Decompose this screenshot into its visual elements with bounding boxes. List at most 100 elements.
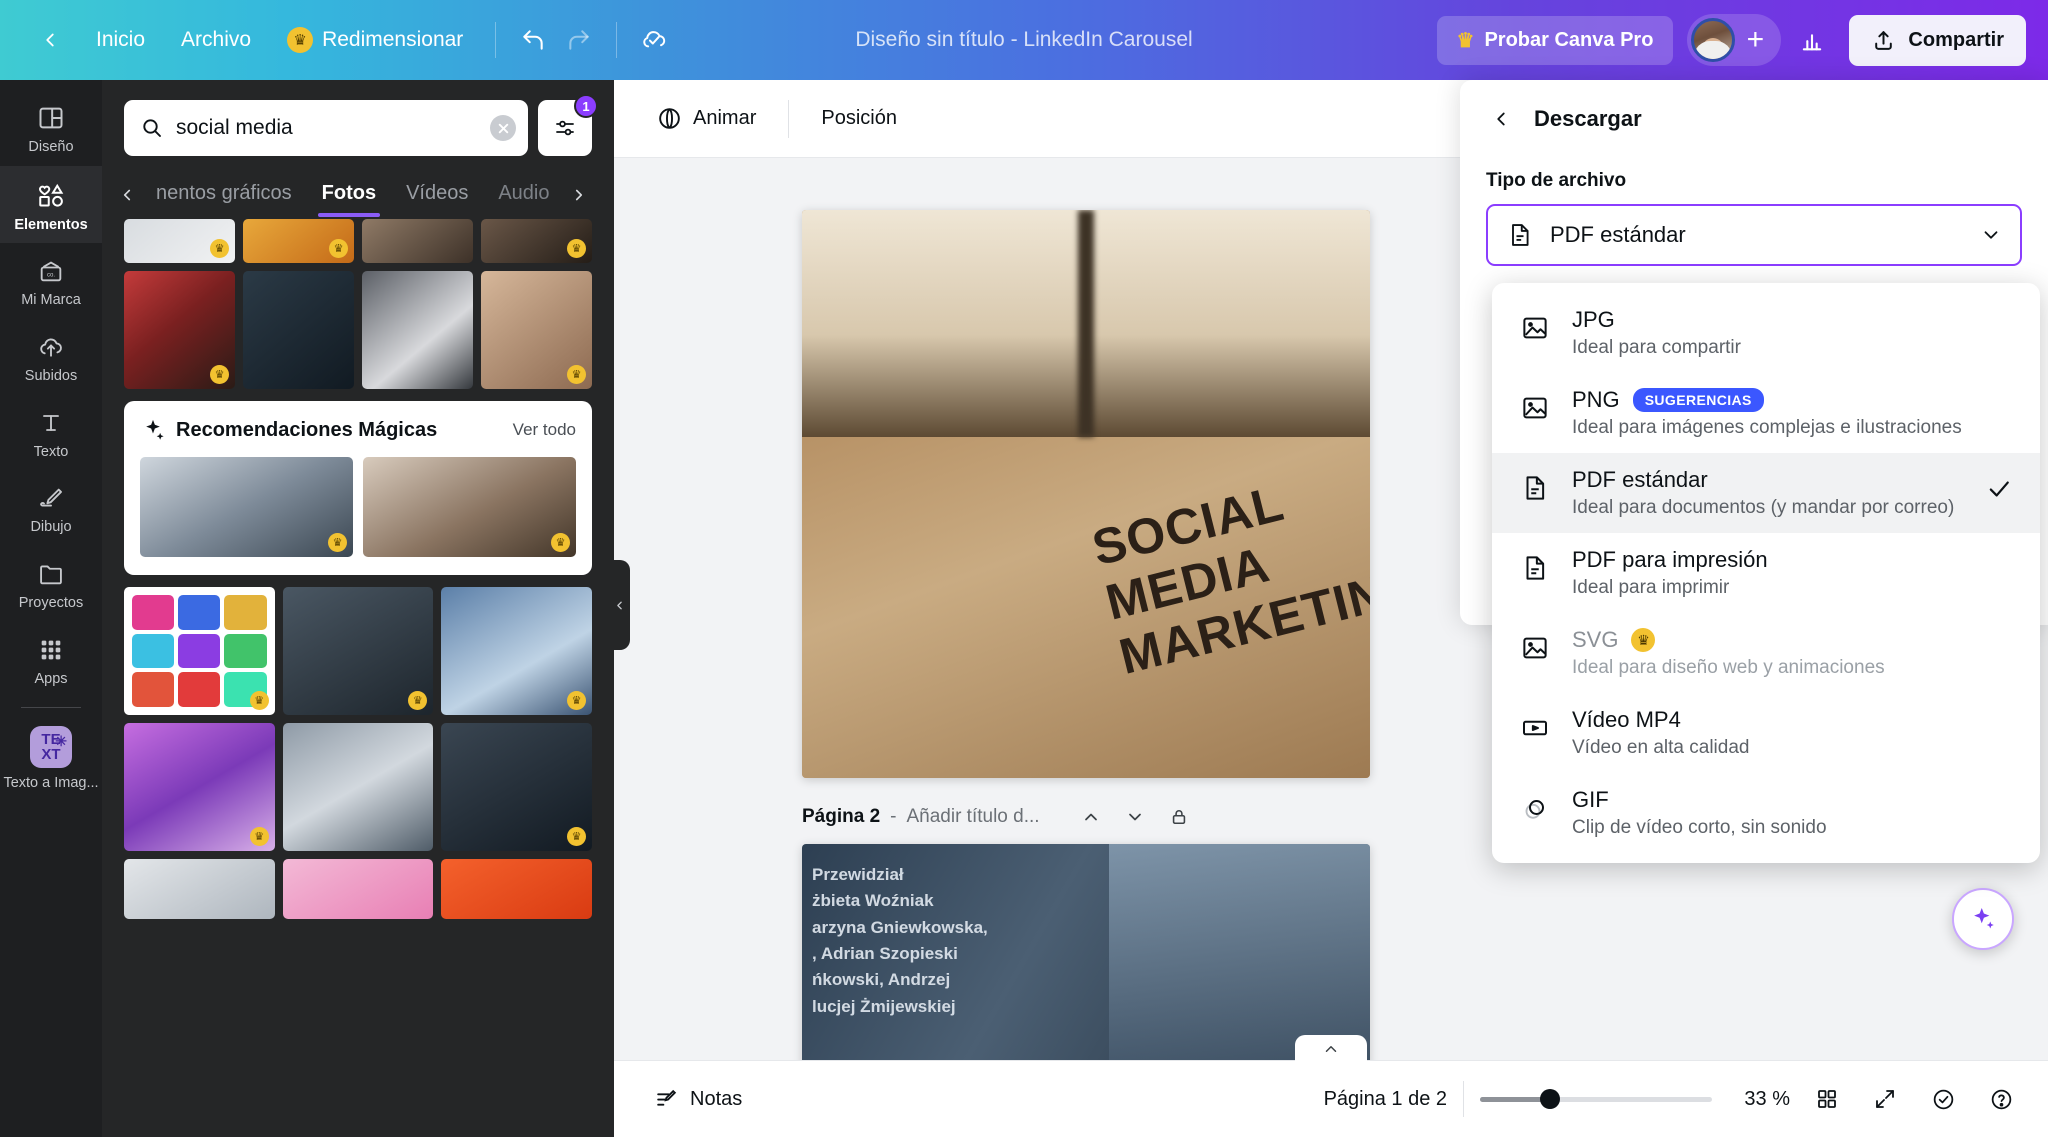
insights-icon: [1803, 34, 1822, 51]
photo-thumb[interactable]: ♛: [282, 587, 434, 715]
sidebar-item-diseno[interactable]: Diseño: [0, 90, 102, 166]
lock-page-button[interactable]: [1162, 800, 1196, 834]
photo-thumb[interactable]: ♛: [124, 587, 275, 715]
file-type-option-svg[interactable]: SVG ♛ Ideal para diseño web y animacione…: [1492, 613, 2040, 693]
file-menu[interactable]: Archivo: [163, 18, 269, 62]
chevron-right-icon: [575, 189, 582, 200]
file-type-option-gif[interactable]: GIF Clip de vídeo corto, sin sonido: [1492, 773, 2040, 853]
tab-elementos-graficos[interactable]: nentos gráficos: [142, 170, 306, 219]
file-type-option-video-mp4[interactable]: Vídeo MP4 Vídeo en alta calidad: [1492, 693, 2040, 773]
sidebar-item-texto[interactable]: Texto: [0, 395, 102, 471]
file-type-option-pdf-estandar[interactable]: PDF estándar Ideal para documentos (y ma…: [1492, 453, 2040, 533]
tab-audio[interactable]: Audio: [484, 170, 563, 219]
photo-thumb[interactable]: ♛: [441, 587, 592, 715]
resize-label: Redimensionar: [322, 28, 464, 51]
photo-thumb[interactable]: ♛: [124, 723, 275, 851]
gif-icon: [1518, 787, 1552, 823]
photo-thumb[interactable]: ♛: [124, 271, 235, 389]
photo-thumb[interactable]: ♛: [481, 271, 592, 389]
photo-thumb[interactable]: [124, 859, 275, 919]
option-check-slot: [1982, 307, 2016, 315]
crown-icon: ♛: [408, 691, 428, 710]
photo-thumb[interactable]: ♛: [441, 723, 592, 851]
file-type-option-pdf-impresion[interactable]: PDF para impresión Ideal para imprimir: [1492, 533, 2040, 613]
option-title-row: PDF estándar: [1572, 467, 1962, 493]
file-type-option-jpg[interactable]: JPG Ideal para compartir: [1492, 293, 2040, 373]
option-description: Clip de vídeo corto, sin sonido: [1572, 817, 1827, 838]
sidebar-item-texto-a-imagen[interactable]: TE XT ✳ Texto a Imag...: [0, 712, 102, 802]
option-title: PNG: [1572, 387, 1620, 412]
photo-thumb[interactable]: [441, 859, 592, 919]
sidebar-item-elementos[interactable]: Elementos: [0, 165, 102, 244]
checklist-button[interactable]: [1922, 1078, 1964, 1120]
home-label: Inicio: [96, 28, 146, 51]
file-type-option-png[interactable]: PNG SUGERENCIAS Ideal para imágenes comp…: [1492, 373, 2040, 453]
download-back-button[interactable]: [1484, 102, 1518, 136]
option-check-slot: [1982, 547, 2016, 555]
notes-icon: [657, 1089, 677, 1106]
sidebar-item-mi-marca[interactable]: co. Mi Marca: [0, 243, 102, 319]
move-page-down-button[interactable]: [1118, 800, 1152, 834]
zoom-slider[interactable]: [1480, 1089, 1712, 1109]
collapse-panel-button[interactable]: [608, 560, 630, 650]
magic-assistant-button[interactable]: [1952, 888, 2014, 950]
toolbar-divider: [495, 22, 497, 58]
photo-thumb[interactable]: [243, 271, 354, 389]
magic-see-all-link[interactable]: Ver todo: [513, 420, 576, 440]
page-1-canvas[interactable]: SOCIAL MEDIA MARKETIN: [802, 210, 1370, 778]
filter-button[interactable]: 1: [538, 94, 598, 156]
search-box[interactable]: [124, 100, 528, 156]
sidebar-item-dibujo[interactable]: Dibujo: [0, 470, 102, 546]
option-check-slot: [1982, 707, 2016, 715]
add-collaborator-button[interactable]: +: [1735, 18, 1775, 62]
fullscreen-button[interactable]: [1864, 1078, 1906, 1120]
undo-button[interactable]: [510, 17, 556, 63]
photo-thumb[interactable]: [362, 271, 473, 389]
tab-videos[interactable]: Vídeos: [392, 170, 482, 219]
svg-text:co.: co.: [47, 273, 55, 279]
animate-button[interactable]: Animar: [640, 94, 772, 143]
photo-thumb[interactable]: [282, 723, 434, 851]
photo-thumb[interactable]: [282, 859, 434, 919]
option-title-row: Vídeo MP4: [1572, 707, 1962, 733]
photo-thumb[interactable]: ♛: [124, 219, 235, 263]
resize-menu[interactable]: ♛ Redimensionar: [269, 17, 481, 63]
collapse-pages-button[interactable]: [1295, 1035, 1367, 1063]
notes-button[interactable]: Notas: [640, 1077, 756, 1122]
file-type-select[interactable]: PDF estándar: [1486, 204, 2022, 266]
photo-thumb[interactable]: [362, 219, 473, 263]
try-canva-pro-button[interactable]: ♛ Probar Canva Pro: [1436, 15, 1674, 65]
photo-thumb[interactable]: ♛: [481, 219, 592, 263]
grid-view-button[interactable]: [1806, 1078, 1848, 1120]
page-2-separator: -: [890, 806, 897, 827]
toolbar-divider: [788, 99, 790, 138]
page-2-title-input[interactable]: Añadir título d...: [906, 806, 1039, 828]
sidebar-item-apps[interactable]: Apps: [0, 622, 102, 698]
photo-thumb[interactable]: ♛: [140, 457, 353, 557]
share-button[interactable]: Compartir: [1849, 14, 2026, 66]
chevron-left-icon: [46, 33, 54, 47]
search-input[interactable]: [176, 116, 478, 140]
tab-fotos[interactable]: Fotos: [308, 170, 390, 219]
home-menu[interactable]: Inicio: [78, 18, 163, 62]
results-scroll[interactable]: ♛ ♛ ♛ ♛ ♛ Recomendaciones Mágicas Ver to…: [102, 219, 614, 1137]
option-content: PNG SUGERENCIAS Ideal para imágenes comp…: [1572, 387, 1962, 439]
tabs-scroll-right[interactable]: [566, 186, 592, 204]
photo-thumb[interactable]: ♛: [243, 219, 354, 263]
redo-button[interactable]: [556, 17, 602, 63]
collaborators[interactable]: +: [1687, 14, 1782, 66]
page-2-canvas[interactable]: Przewidział żbieta Woźniak arzyna Gniewkow…: [802, 844, 1370, 1060]
back-button[interactable]: [22, 29, 78, 51]
insights-button[interactable]: [1789, 17, 1835, 63]
cloud-saved-button[interactable]: [631, 17, 677, 63]
photo-thumb[interactable]: ♛: [363, 457, 576, 557]
move-page-up-button[interactable]: [1074, 800, 1108, 834]
zoom-slider-handle[interactable]: [1539, 1089, 1560, 1109]
clear-search-button[interactable]: [490, 115, 516, 141]
zoom-level: 33 %: [1744, 1087, 1790, 1110]
position-button[interactable]: Posición: [805, 96, 913, 141]
sidebar-item-proyectos[interactable]: Proyectos: [0, 546, 102, 622]
tabs-scroll-left[interactable]: [114, 186, 140, 204]
help-button[interactable]: [1980, 1078, 2022, 1120]
sidebar-item-subidos[interactable]: Subidos: [0, 319, 102, 395]
